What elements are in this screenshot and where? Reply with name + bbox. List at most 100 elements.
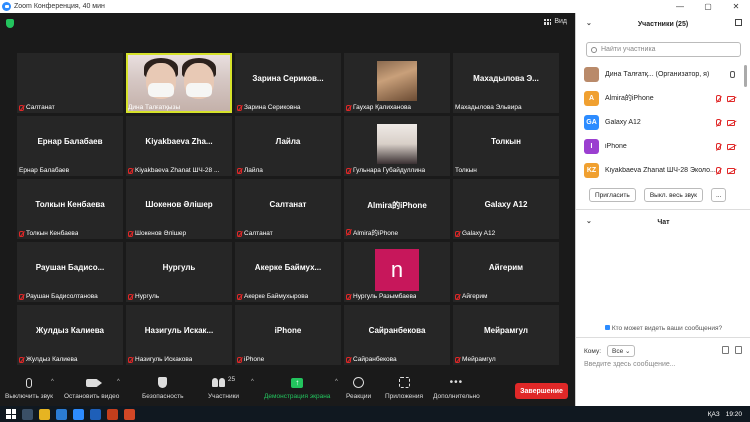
video-tile[interactable]: n Нургуль Разымбаева: [344, 242, 450, 302]
participant-row[interactable]: A Almira的iPhone: [576, 86, 750, 110]
video-tile[interactable]: Нургуль Нургуль: [126, 242, 232, 302]
tile-name-text: Kiyakbaeva Zhanat ШЧ-28 ...: [135, 167, 220, 174]
acrobat-icon[interactable]: [124, 408, 135, 420]
reactions-button[interactable]: Реакции: [346, 376, 371, 400]
apps-button[interactable]: Приложения: [385, 376, 423, 400]
video-tile[interactable]: Айгерим Айгерим: [453, 242, 559, 302]
zoom-taskbar-icon[interactable]: [73, 408, 84, 420]
video-tile[interactable]: Раушан Бадисо... Раушан Бадисолтанова: [17, 242, 123, 302]
tile-name-label: Шокенов Әлішер: [128, 230, 230, 237]
share-screen-button[interactable]: ↑ Демонстрация экрана: [264, 376, 330, 400]
tile-name-text: Дина Талғатқызы: [128, 104, 181, 111]
invite-button[interactable]: Пригласить: [589, 188, 636, 202]
video-tile[interactable]: Almira的iPhone Almira的iPhone: [344, 179, 450, 239]
file-icon[interactable]: [722, 346, 729, 354]
file-explorer-icon[interactable]: [39, 408, 50, 420]
security-button[interactable]: Безопасность: [142, 376, 183, 400]
video-tile[interactable]: Galaxy A12 Galaxy A12: [453, 179, 559, 239]
mic-muted-icon: [19, 230, 24, 237]
video-tile[interactable]: iPhone iPhone: [235, 305, 341, 365]
audio-options-caret-icon[interactable]: ^: [51, 379, 54, 385]
video-options-caret-icon[interactable]: ^: [117, 379, 120, 385]
microphone-icon: [26, 377, 33, 388]
participants-more-button[interactable]: ...: [710, 188, 727, 202]
video-tile[interactable]: Назигуль Искак... Назигуль Искакова: [126, 305, 232, 365]
video-tile[interactable]: Толкын Кенбаева Толкын Кенбаева: [17, 179, 123, 239]
apps-icon: [398, 377, 410, 388]
task-view-icon[interactable]: [22, 408, 33, 420]
tile-name-label: Дина Талғатқызы: [128, 104, 230, 111]
video-tile[interactable]: Махадылова Э... Махадылова Эльвира: [453, 53, 559, 113]
mic-muted-icon: [716, 118, 721, 126]
video-tile[interactable]: Салтанат: [17, 53, 123, 113]
zoom-logo-icon: [2, 2, 11, 11]
video-tile[interactable]: Шокенов Әлішер Шокенов Әлішер: [126, 179, 232, 239]
participant-search-input[interactable]: [601, 46, 731, 53]
collapse-chevron-icon[interactable]: ⌄: [586, 19, 592, 27]
share-options-caret-icon[interactable]: ^: [335, 379, 338, 385]
close-button[interactable]: ✕: [722, 2, 750, 11]
participant-search[interactable]: [586, 42, 741, 57]
video-tile[interactable]: Толкын Толкын: [453, 116, 559, 176]
participants-scrollbar[interactable]: [744, 65, 747, 87]
maximize-button[interactable]: ▢: [694, 2, 722, 11]
video-tile[interactable]: Зарина Сериков... Зарина Сериковна: [235, 53, 341, 113]
video-tile[interactable]: Kiyakbaeva Zha... Kiyakbaeva Zhanat ШЧ-28…: [126, 116, 232, 176]
participant-row[interactable]: IiPhone: [576, 134, 750, 158]
tile-name-text: Жулдыз Калиева: [26, 356, 78, 363]
video-tile[interactable]: Сайранбекова Сайранбекова: [344, 305, 450, 365]
video-tile[interactable]: Дина Талғатқызы: [126, 53, 232, 113]
apps-label: Приложения: [385, 393, 424, 400]
encryption-shield-icon[interactable]: [6, 19, 14, 28]
video-tile[interactable]: Ернар Балабаев Ернар Балабаев: [17, 116, 123, 176]
language-indicator[interactable]: ҚАЗ: [708, 411, 720, 418]
video-tile[interactable]: Гульнара Губайдуллина: [344, 116, 450, 176]
participants-title: Участники (25): [637, 20, 689, 28]
chat-collapse-chevron-icon[interactable]: ⌄: [586, 217, 592, 225]
mute-all-button[interactable]: Выкл. весь звук: [643, 188, 703, 202]
side-panel: ⌄ Участники (25) Дина Талғатқ... (Органи…: [575, 13, 750, 406]
participant-row[interactable]: GA Galaxy A12: [576, 110, 750, 134]
tile-name-text: Мейрамгул: [462, 356, 496, 363]
tile-name-text: Салтанат: [244, 230, 273, 237]
tile-display-name: Акерке Баймух...: [254, 263, 322, 272]
chat-visibility-text: Кто может видеть ваши сообщения?: [611, 325, 723, 332]
video-tile[interactable]: Гаухар Қалиханова: [344, 53, 450, 113]
participants-button[interactable]: 25 Участники: [208, 376, 239, 400]
more-options-icon[interactable]: [735, 346, 742, 354]
participants-count: 25: [227, 376, 236, 383]
popout-icon[interactable]: [735, 19, 742, 26]
participants-options-caret-icon[interactable]: ^: [251, 379, 254, 385]
participant-row[interactable]: Дина Талғатқ... (Организатор, я): [576, 62, 750, 86]
video-tile[interactable]: Акерке Баймух... Акерке Баймухырова: [235, 242, 341, 302]
view-button[interactable]: Вид: [544, 18, 567, 25]
mic-muted-icon: [716, 142, 721, 150]
clock[interactable]: 19:20: [726, 411, 742, 418]
participant-name: Kiyakbaeva Zhanat ШЧ-28 Эколо...: [605, 166, 716, 174]
video-tile[interactable]: Мейрамгул Мейрамгул: [453, 305, 559, 365]
video-tile[interactable]: Жулдыз Калиева Жулдыз Калиева: [17, 305, 123, 365]
powerpoint-icon[interactable]: [107, 408, 118, 420]
participant-name: Almira的iPhone: [605, 95, 654, 102]
participant-row[interactable]: KZ Kiyakbaeva Zhanat ШЧ-28 Эколо...: [576, 158, 750, 182]
edge-browser-icon[interactable]: [56, 408, 67, 420]
word-icon[interactable]: [90, 408, 101, 420]
chat-visibility-link[interactable]: Кто может видеть ваши сообщения?: [576, 325, 750, 332]
more-button[interactable]: ••• Дополнительно: [433, 376, 480, 400]
windows-start-icon[interactable]: [6, 409, 16, 419]
mute-button[interactable]: Выключить звук: [5, 376, 53, 400]
minimize-button[interactable]: —: [666, 2, 694, 11]
stop-video-button[interactable]: Остановить видео: [64, 376, 119, 400]
shield-icon: [158, 377, 168, 388]
chat-recipient-select[interactable]: Все ⌄: [607, 345, 636, 357]
chat-header: ⌄ Чат: [576, 211, 750, 233]
chat-message-input[interactable]: Введите здесь сообщение...: [584, 361, 744, 368]
video-tile[interactable]: Салтанат Салтанат: [235, 179, 341, 239]
video-tile[interactable]: Лайла Лайла: [235, 116, 341, 176]
tile-name-text: Акерке Баймухырова: [244, 293, 309, 300]
mic-muted-icon: [128, 230, 133, 237]
tile-display-name: Kiyakbaeva Zha...: [145, 137, 213, 146]
end-meeting-button[interactable]: Завершение: [515, 383, 568, 399]
tile-name-text: Толкын Кенбаева: [26, 230, 79, 237]
tile-name-label: Сайранбекова: [346, 356, 448, 363]
